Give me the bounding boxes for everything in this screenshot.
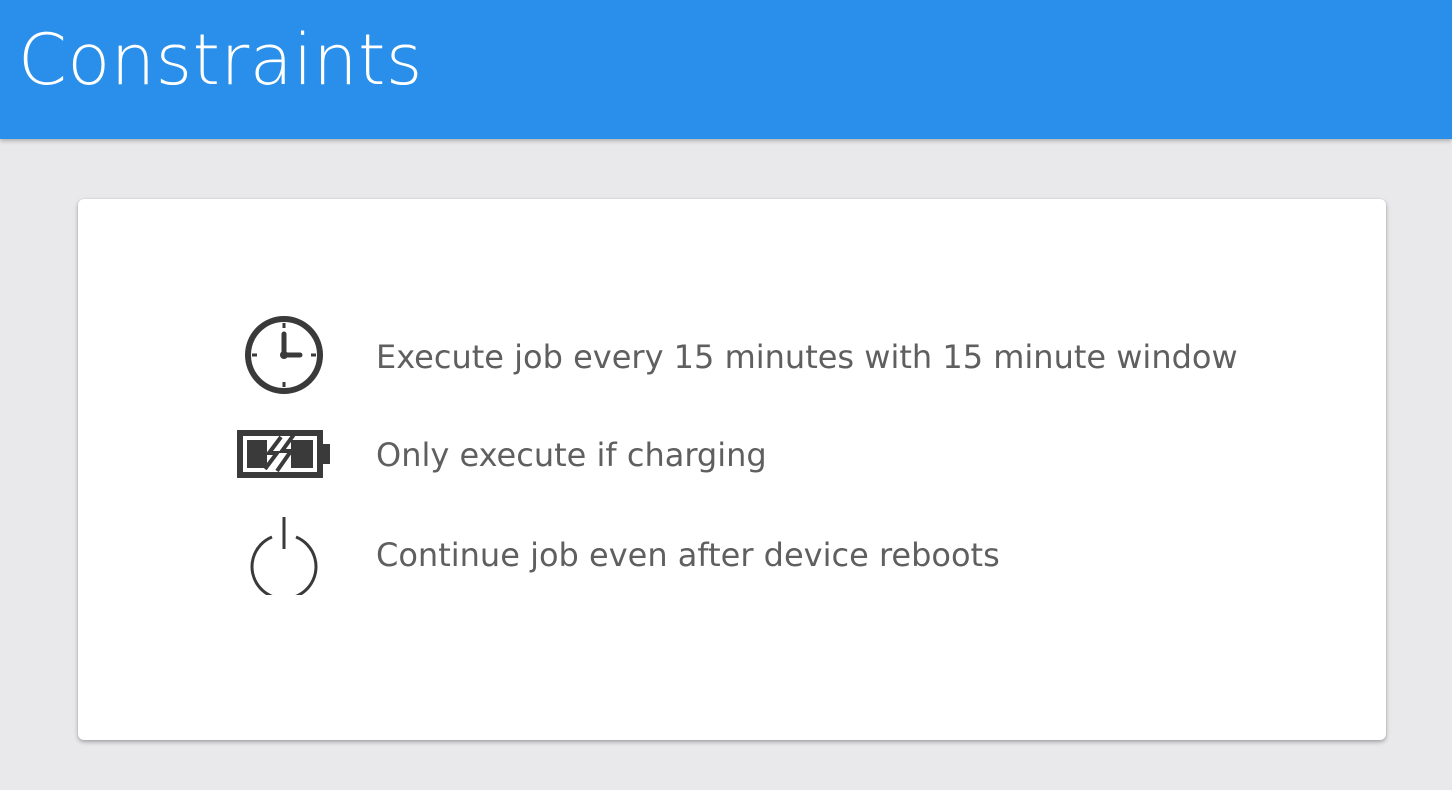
battery-charging-icon: [237, 430, 330, 478]
constraint-label-schedule: Execute job every 15 minutes with 15 min…: [376, 338, 1238, 376]
constraint-label-charging: Only execute if charging: [376, 436, 767, 474]
list-item-persisted: Continue job even after device reboots: [78, 509, 1386, 599]
constraint-label-persisted: Continue job even after device reboots: [376, 536, 1000, 574]
header-bar: Constraints: [0, 0, 1452, 139]
constraints-card: Execute job every 15 minutes with 15 min…: [78, 199, 1386, 740]
list-item-schedule: Execute job every 15 minutes with 15 min…: [78, 309, 1386, 399]
clock-icon: [245, 316, 323, 394]
power-icon: [250, 517, 318, 595]
page-title: Constraints: [18, 19, 423, 101]
list-item-charging: Only execute if charging: [78, 409, 1386, 499]
